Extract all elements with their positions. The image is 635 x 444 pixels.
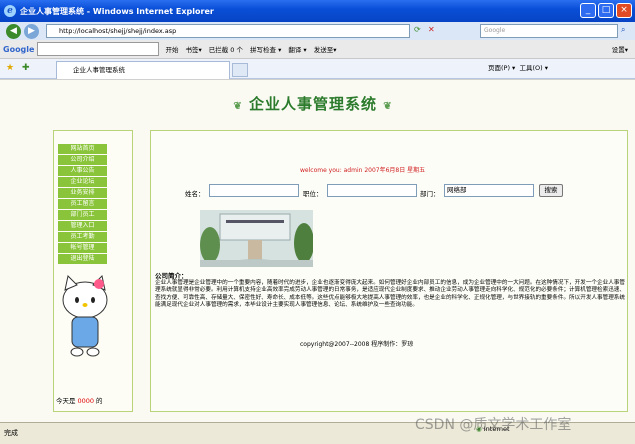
search-placeholder: Google	[484, 27, 506, 34]
site-banner: ❦ 企业人事管理系统 ❦	[178, 93, 448, 115]
toolbar-item-translate[interactable]: 翻译 ▾	[288, 44, 306, 54]
welcome-message: welcome you: admin 2007年6月8日 星期五	[300, 167, 426, 174]
banner-ornament-right-icon: ❦	[383, 101, 393, 112]
url-text: http://localhost/shejj/shejj/index.asp	[59, 27, 177, 35]
window-title: 企业人事管理系统 - Windows Internet Explorer	[20, 6, 214, 16]
toolbar-item-blocked[interactable]: 已拦截 0 个	[209, 44, 243, 54]
mascot-cat-image	[62, 274, 108, 357]
intro-title: 公司简介：	[155, 272, 188, 280]
google-logo: Google	[3, 44, 35, 54]
company-photo	[200, 210, 313, 267]
address-input[interactable]: http://localhost/shejj/shejj/index.asp	[46, 24, 410, 38]
google-toolbar: Google 开始 书签▾ 已拦截 0 个 拼写检查 ▾ 翻译 ▾ 发送至▾ 设…	[0, 40, 635, 59]
counter-value: 0000	[77, 397, 95, 405]
nav-item-messages[interactable]: 员工留言	[58, 199, 107, 209]
name-input[interactable]	[209, 184, 299, 197]
intro-text: 企业人事管理是企业管理中的一个重要内容，随着时代的进步，企业也逐渐变得庞大起来。…	[155, 280, 625, 308]
toolbar-item-start[interactable]: 开始	[165, 44, 178, 54]
go-icon[interactable]: ⟳	[414, 25, 421, 34]
favorites-star-icon[interactable]: ★	[6, 63, 14, 73]
nav-item-logout[interactable]: 退出登陆	[58, 254, 107, 264]
nav-item-admin[interactable]: 管理入口	[58, 221, 107, 231]
nav-item-departments[interactable]: 部门员工	[58, 210, 107, 220]
nav-item-notice[interactable]: 人事公告	[58, 166, 107, 176]
search-input[interactable]: Google	[480, 24, 618, 38]
ie-logo-icon: e	[4, 5, 16, 17]
banner-ornament-left-icon: ❦	[233, 101, 243, 112]
toolbar-item-send[interactable]: 发送至▾	[314, 44, 337, 54]
page-menu[interactable]: 页面(P) ▾	[488, 64, 515, 72]
visit-counter: 今天是 0000 的	[56, 395, 103, 405]
copyright: copyright@2007--2008 程序制作：罗琼	[300, 341, 414, 348]
back-button[interactable]: ◀	[6, 24, 21, 39]
maximize-button[interactable]: □	[598, 3, 614, 18]
tab-title: 企业人事管理系统	[73, 66, 125, 74]
toolbar-item-bookmarks[interactable]: 书签▾	[185, 44, 201, 54]
close-button[interactable]: ×	[616, 3, 632, 18]
command-bar: 页面(P) ▾ 工具(O) ▾	[488, 62, 548, 72]
banner-title: 企业人事管理系统	[248, 95, 377, 113]
nav-item-forum[interactable]: 企业论坛	[58, 177, 107, 187]
new-tab-button[interactable]	[232, 63, 248, 77]
nav-item-home[interactable]: 网站首页	[58, 144, 107, 154]
minimize-button[interactable]: _	[580, 3, 596, 18]
nav-item-accounts[interactable]: 帐号管理	[58, 243, 107, 253]
status-text: 完成	[4, 429, 18, 437]
name-label: 姓名：	[185, 190, 205, 198]
counter-suffix: 的	[96, 397, 103, 405]
nav-item-business[interactable]: 业务安排	[58, 188, 107, 198]
watermark: CSDN @质文学术工作室	[415, 417, 572, 433]
google-search-field[interactable]	[37, 42, 160, 56]
toolbar-item-spellcheck[interactable]: 拼写检查 ▾	[250, 44, 281, 54]
nav-item-attendance[interactable]: 员工考勤	[58, 232, 107, 242]
department-value: 网络部	[447, 186, 467, 194]
counter-prefix: 今天是	[56, 397, 76, 405]
tools-menu[interactable]: 工具(O) ▾	[519, 64, 548, 72]
forward-button[interactable]: ▶	[24, 24, 39, 39]
search-button[interactable]: 搜索	[539, 184, 563, 197]
nav-item-company[interactable]: 公司介绍	[58, 155, 107, 165]
position-label: 职位：	[303, 190, 323, 198]
position-input[interactable]	[327, 184, 417, 197]
tab-current[interactable]: 企业人事管理系统	[56, 61, 230, 79]
search-icon[interactable]: ⌕	[621, 25, 625, 35]
add-favorite-icon[interactable]: ✚	[22, 63, 30, 73]
department-label: 部门：	[420, 190, 440, 198]
window-title-bar: e 企业人事管理系统 - Windows Internet Explorer	[0, 0, 635, 22]
department-input[interactable]: 网络部	[444, 184, 534, 197]
toolbar-settings[interactable]: 设置▾	[612, 44, 628, 54]
stop-icon[interactable]: ✕	[428, 25, 435, 34]
